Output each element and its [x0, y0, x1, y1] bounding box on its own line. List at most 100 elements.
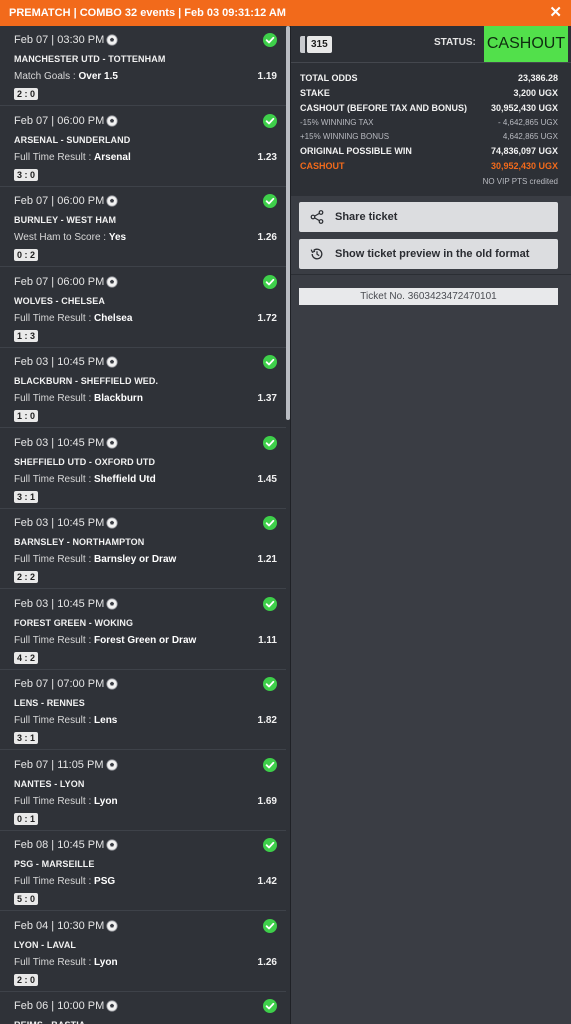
- history-icon: [310, 248, 323, 260]
- event-market: Full Time Result : Forest Green or Draw: [14, 635, 196, 646]
- market-separator: :: [85, 715, 95, 726]
- event-datetime: Feb 03 | 10:45 PM: [14, 436, 105, 449]
- market-separator: :: [85, 473, 95, 485]
- event-score: 1 : 0: [14, 410, 39, 422]
- market-selection: Sheffield Utd: [94, 473, 156, 485]
- event-teams: WOLVES - CHELSEA: [14, 295, 105, 306]
- cashout-before-label: CASHOUT (BEFORE TAX AND BONUS): [300, 103, 467, 113]
- event-score: 0 : 2: [14, 249, 39, 261]
- football-icon: [106, 838, 118, 851]
- market-separator: :: [85, 554, 95, 565]
- market-name: West Ham to Score: [14, 232, 101, 243]
- event-row[interactable]: Feb 03 | 10:45 PM SHEFFIELD UTD - OXFORD …: [0, 429, 286, 509]
- event-row[interactable]: Feb 03 | 10:45 PM FOREST GREEN - WOKING Fu…: [0, 590, 286, 670]
- event-row[interactable]: Feb 03 | 10:45 PM BLACKBURN - SHEFFIELD W…: [0, 348, 286, 428]
- event-row[interactable]: Feb 07 | 11:05 PM NANTES - LYON Full Time …: [0, 751, 286, 831]
- market-name: Full Time Result: [14, 151, 86, 163]
- share-ticket-button[interactable]: Share ticket: [299, 202, 558, 232]
- event-row[interactable]: Feb 03 | 10:45 PM BARNSLEY - NORTHAMPTON F…: [0, 509, 286, 589]
- market-name: Full Time Result: [14, 473, 86, 485]
- won-check-icon: [263, 918, 277, 933]
- event-score: 3 : 0: [14, 168, 39, 181]
- event-odd: 1.37: [257, 393, 277, 404]
- event-score: 2 : 2: [14, 571, 39, 583]
- market-name: Full Time Result: [14, 715, 86, 726]
- won-check-icon: [263, 677, 277, 691]
- event-market: West Ham to Score : Yes: [14, 232, 126, 243]
- event-score: 1 : 3: [14, 329, 39, 342]
- market-selection: Chelsea: [94, 312, 133, 324]
- event-datetime: Feb 07 | 07:00 PM: [14, 678, 105, 690]
- event-teams: LYON - LAVAL: [14, 939, 77, 950]
- total-odds-label: TOTAL ODDS: [300, 73, 358, 83]
- old-format-preview-label: Show ticket preview in the old format: [335, 248, 530, 260]
- event-odd: 1.23: [257, 151, 277, 163]
- events-list[interactable]: Feb 07 | 03:30 PM MANCHESTER UTD - TOTTEN…: [0, 26, 291, 1024]
- event-row[interactable]: Feb 07 | 03:30 PM MANCHESTER UTD - TOTTEN…: [0, 26, 286, 106]
- market-separator: :: [85, 795, 95, 807]
- cashout-before-value: 30,952,430 UGX: [490, 103, 558, 113]
- actions-divider: [291, 274, 571, 275]
- market-selection: Lyon: [94, 795, 118, 807]
- market-selection: Arsenal: [94, 151, 131, 163]
- possible-win-value: 74,836,097 UGX: [490, 146, 558, 156]
- winning-tax-label: -15% WINNING TAX: [300, 118, 374, 127]
- event-row[interactable]: Feb 04 | 10:30 PM LYON - LAVAL Full Time R…: [0, 912, 286, 992]
- event-datetime: Feb 07 | 06:00 PM: [14, 114, 105, 127]
- event-score: 0 : 1: [14, 812, 39, 825]
- event-score: 2 : 0: [14, 88, 39, 100]
- event-row[interactable]: Feb 08 | 10:45 PM PSG - MARSEILLE Full Tim…: [0, 831, 286, 911]
- close-icon[interactable]: ✕: [549, 0, 562, 26]
- event-market: Match Goals : Over 1.5: [14, 71, 118, 82]
- event-odd: 1.19: [257, 71, 277, 82]
- market-name: Full Time Result: [14, 393, 86, 404]
- event-row[interactable]: Feb 07 | 06:00 PM ARSENAL - SUNDERLAND Ful…: [0, 107, 286, 187]
- event-datetime: Feb 06 | 10:00 PM: [14, 1000, 105, 1012]
- event-market: Full Time Result : Blackburn: [14, 393, 143, 404]
- event-teams: LENS - RENNES: [14, 698, 85, 708]
- total-odds-value: 23,386.28: [517, 73, 558, 83]
- event-market: Full Time Result : Lens: [14, 715, 117, 726]
- market-selection: Barnsley or Draw: [94, 554, 177, 565]
- market-selection: PSG: [94, 876, 116, 887]
- football-icon: [106, 597, 118, 610]
- market-selection: Forest Green or Draw: [94, 634, 197, 646]
- possible-win-label: ORIGINAL POSSIBLE WIN: [300, 146, 412, 156]
- football-icon: [106, 677, 118, 690]
- event-teams: SHEFFIELD UTD - OXFORD UTD: [14, 456, 156, 467]
- event-odd: 1.21: [257, 554, 277, 565]
- event-row[interactable]: Feb 06 | 10:00 PM REIMS - BASTIA: [0, 992, 286, 1024]
- market-separator: :: [85, 312, 95, 324]
- event-market: Full Time Result : Barnsley or Draw: [14, 554, 176, 565]
- event-row[interactable]: Feb 07 | 06:00 PM WOLVES - CHELSEA Full Ti…: [0, 268, 286, 348]
- old-format-preview-button[interactable]: Show ticket preview in the old format: [299, 239, 558, 269]
- market-name: Full Time Result: [14, 634, 86, 646]
- market-separator: :: [85, 956, 95, 968]
- ticket-summary: TOTAL ODDS 23,386.28 STAKE 3,200 UGX CAS…: [291, 62, 571, 196]
- football-icon: [106, 436, 118, 449]
- football-icon: [106, 355, 118, 368]
- event-score: 3 : 1: [14, 490, 39, 503]
- won-check-icon: [263, 999, 277, 1013]
- event-datetime: Feb 07 | 06:00 PM: [14, 275, 105, 288]
- event-datetime: Feb 03 | 10:45 PM: [14, 597, 105, 610]
- event-teams: REIMS - BASTIA: [14, 1020, 85, 1024]
- market-name: Full Time Result: [14, 876, 86, 887]
- event-odd: 1.82: [257, 715, 277, 726]
- won-check-icon: [263, 274, 277, 289]
- event-odd: 1.26: [257, 956, 277, 968]
- football-icon: [106, 758, 118, 771]
- event-row[interactable]: Feb 07 | 07:00 PM LENS - RENNES Full Time …: [0, 670, 286, 750]
- share-icon: [310, 210, 324, 224]
- event-market: Full Time Result : PSG: [14, 876, 115, 887]
- event-market: Full Time Result : Arsenal: [14, 152, 131, 163]
- event-market: Full Time Result : Lyon: [14, 957, 118, 968]
- event-datetime: Feb 03 | 10:45 PM: [14, 517, 105, 529]
- won-check-icon: [263, 757, 277, 772]
- cashout-label: CASHOUT: [300, 161, 345, 171]
- winning-bonus-value: 4,642,865 UGX: [502, 132, 558, 141]
- event-row[interactable]: Feb 07 | 06:00 PM BURNLEY - WEST HAM West …: [0, 187, 286, 267]
- event-market: Full Time Result : Lyon: [14, 796, 118, 807]
- market-name: Full Time Result: [14, 554, 86, 565]
- market-name: Match Goals: [14, 71, 71, 82]
